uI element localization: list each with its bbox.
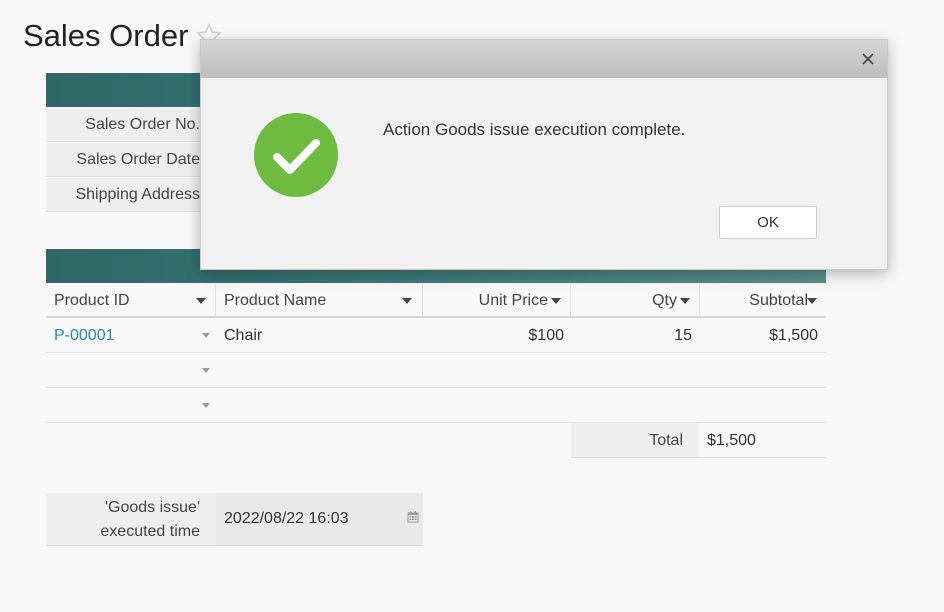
column-header-unit-price[interactable]: Unit Price	[423, 284, 571, 316]
exec-label-line1: 'Goods issue'	[104, 499, 200, 516]
column-header-label: Product ID	[54, 292, 130, 309]
shipping-address-label-cell: Shipping Address	[46, 178, 216, 212]
total-label: Total	[649, 432, 683, 449]
page-title: Sales Order	[23, 18, 189, 53]
product-id-dropdown-icon[interactable]	[202, 368, 210, 373]
unit-price-cell: $100	[528, 327, 564, 344]
goods-issue-executed-time-field[interactable]: 2022/08/22 16:03	[216, 493, 423, 546]
product-name-cell: Chair	[224, 327, 263, 344]
table-row	[46, 353, 826, 388]
dialog-message: Action Goods issue execution complete.	[383, 120, 686, 139]
column-header-label: Unit Price	[478, 292, 548, 309]
sales-order-no-label-cell: Sales Order No.	[46, 108, 216, 142]
sales-order-no-label: Sales Order No.	[85, 116, 200, 133]
subtotal-cell: $1,500	[769, 327, 818, 344]
exec-label-line2: executed time	[100, 523, 200, 540]
close-icon[interactable]	[861, 52, 875, 66]
sort-caret-icon[interactable]	[680, 298, 690, 304]
column-header-product-name[interactable]: Product Name	[216, 284, 423, 316]
sales-order-date-label: Sales Order Date	[76, 151, 200, 168]
sort-caret-icon[interactable]	[196, 298, 206, 304]
total-label-cell: Total	[571, 423, 699, 458]
sales-order-date-label-cell: Sales Order Date	[46, 143, 216, 177]
goods-issue-executed-time-label: 'Goods issue' executed time	[46, 493, 216, 546]
column-header-product-id[interactable]: Product ID	[46, 284, 216, 316]
product-id-link[interactable]: P-00001	[54, 327, 115, 345]
sort-caret-icon[interactable]	[807, 298, 817, 304]
product-id-dropdown-icon[interactable]	[202, 403, 210, 408]
qty-cell: 15	[674, 327, 692, 344]
sort-caret-icon[interactable]	[402, 298, 412, 304]
dialog-titlebar[interactable]	[201, 40, 887, 78]
action-complete-dialog: Action Goods issue execution complete. O…	[200, 39, 888, 270]
table-row	[46, 388, 826, 423]
ok-button[interactable]: OK	[719, 206, 817, 239]
product-id-dropdown-icon[interactable]	[202, 333, 210, 338]
table-row: P-00001 Chair $100 15 $1,500	[46, 318, 826, 353]
grid-header: Product ID Product Name Unit Price Qty S…	[46, 284, 826, 318]
column-header-qty[interactable]: Qty	[571, 284, 700, 316]
sort-caret-icon[interactable]	[551, 298, 561, 304]
column-header-label: Product Name	[224, 292, 327, 309]
calendar-icon[interactable]	[407, 511, 419, 523]
total-value-cell: $1,500	[699, 423, 826, 458]
column-header-subtotal[interactable]: Subtotal	[700, 284, 826, 316]
column-header-label: Qty	[652, 292, 677, 309]
shipping-address-label: Shipping Address	[75, 186, 200, 203]
total-value: $1,500	[707, 432, 756, 449]
success-check-icon	[254, 113, 338, 197]
column-header-label: Subtotal	[749, 292, 808, 309]
executed-time-value: 2022/08/22 16:03	[224, 510, 349, 527]
